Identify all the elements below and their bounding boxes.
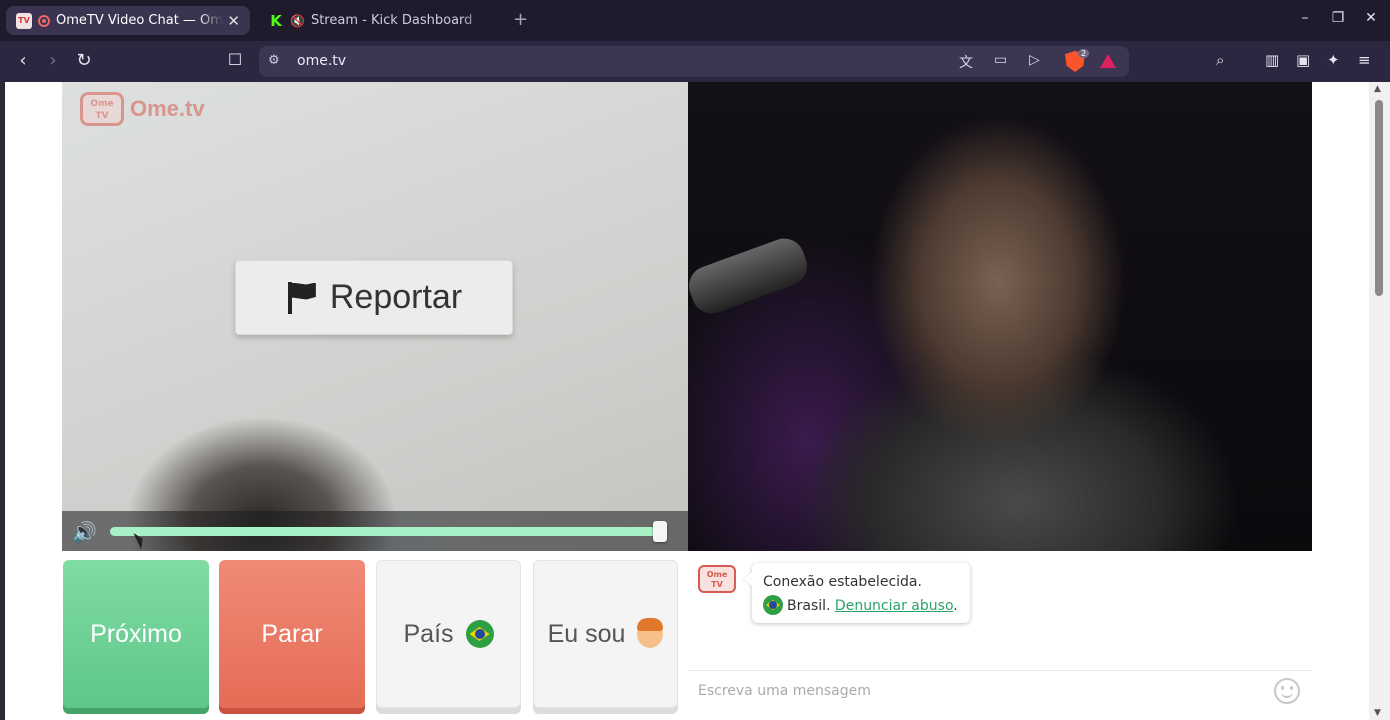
volume-handle[interactable] [653, 521, 668, 542]
country-line: Brasil. Denunciar abuso. [763, 594, 959, 618]
boy-icon [637, 618, 664, 648]
message-input-bar [688, 670, 1312, 710]
system-message: Conexão estabelecida. Brasil. Denunciar … [752, 563, 970, 623]
new-tab-icon[interactable]: + [513, 9, 528, 30]
browser-toolbar: ‹ › ↻ ☐ ⚙ ome.tv 文 ▭ ▷ 2 ⌕ ▥ ▣ ✦ ≡ [0, 41, 1390, 82]
recording-icon [38, 14, 50, 27]
speaker-icon[interactable]: 🔊 [72, 520, 97, 544]
tab-ometv[interactable]: TV OmeTV Video Chat — Ome ✕ [6, 6, 250, 35]
volume-fill [110, 527, 661, 536]
menu-icon[interactable]: ≡ [1358, 51, 1371, 69]
local-video: Ome TV Ome.tv Reportar 🔊 [62, 82, 688, 551]
gender-label: Eu sou [547, 619, 626, 648]
kick-favicon-icon: K [270, 11, 282, 30]
muted-speaker-icon[interactable]: 🔇 [290, 14, 305, 28]
bookmark-icon[interactable]: ☐ [224, 50, 246, 69]
report-abuse-link[interactable]: Denunciar abuso [835, 598, 953, 614]
ometv-chat-logo-icon: Ome TV [698, 565, 736, 593]
back-icon[interactable]: ‹ [12, 50, 34, 71]
search-tabs-icon[interactable]: ⌕ [1216, 51, 1224, 69]
shield-count-badge: 2 [1078, 49, 1090, 58]
leo-ai-icon[interactable]: ✦ [1327, 51, 1340, 69]
country-label: País [403, 619, 454, 648]
report-label: Reportar [329, 278, 463, 316]
ometv-logo-icon: Ome TV [80, 92, 124, 126]
flag-icon [286, 281, 316, 314]
sidebar-icon[interactable]: ▥ [1265, 51, 1279, 69]
smiley-icon[interactable] [1274, 678, 1300, 704]
microphone-image [683, 232, 813, 320]
cast-icon[interactable]: ▭ [994, 52, 1007, 68]
country-button[interactable]: País [376, 560, 521, 708]
scroll-thumb[interactable] [1375, 100, 1383, 296]
gender-button[interactable]: Eu sou [533, 560, 678, 708]
address-bar[interactable]: ⚙ ome.tv 文 ▭ ▷ 2 [259, 46, 1129, 77]
connection-status: Conexão estabelecida. [763, 574, 922, 590]
url-text[interactable]: ome.tv [297, 53, 346, 69]
report-button[interactable]: Reportar [235, 260, 513, 335]
logo-text: Ome.tv [130, 96, 205, 121]
brave-rewards-icon[interactable] [1100, 54, 1116, 68]
next-label: Próximo [90, 619, 182, 648]
stop-button[interactable]: Parar [219, 560, 365, 708]
forward-icon[interactable]: › [42, 50, 64, 71]
minimize-icon[interactable]: – [1296, 10, 1314, 26]
ometv-page: Ome TV Ome.tv Reportar 🔊 Próximo Parar P… [5, 82, 1369, 720]
scrollbar[interactable]: ▲ ▼ [1369, 82, 1390, 720]
brazil-flag-icon [465, 620, 494, 648]
close-window-icon[interactable]: ✕ [1362, 10, 1380, 26]
volume-bar: 🔊 [62, 511, 688, 551]
scroll-down-icon[interactable]: ▼ [1374, 708, 1381, 718]
scroll-up-icon[interactable]: ▲ [1374, 84, 1381, 94]
translate-icon[interactable]: 文 [959, 52, 973, 72]
tab-strip: TV OmeTV Video Chat — Ome ✕ K 🔇 Stream -… [0, 0, 1390, 41]
send-icon[interactable]: ▷ [1029, 52, 1040, 68]
stop-label: Parar [261, 619, 323, 648]
country-name: Brasil. [787, 598, 831, 614]
maximize-icon[interactable]: ❐ [1329, 10, 1347, 26]
wallet-icon[interactable]: ▣ [1296, 51, 1310, 69]
tab-title: OmeTV Video Chat — Ome [56, 13, 224, 28]
next-button[interactable]: Próximo [63, 560, 209, 708]
ometv-logo: Ome TV Ome.tv [80, 92, 205, 126]
volume-slider[interactable] [110, 527, 666, 536]
tab-title: Stream - Kick Dashboard [310, 13, 473, 28]
message-input[interactable] [698, 679, 1258, 703]
remote-video [683, 82, 1312, 551]
reload-icon[interactable]: ↻ [73, 50, 95, 71]
close-tab-icon[interactable]: ✕ [227, 12, 240, 30]
tab-kick[interactable]: K 🔇 Stream - Kick Dashboard [258, 6, 498, 35]
brazil-flag-icon [763, 595, 783, 615]
chat-panel: Ome TV Conexão estabelecida. Brasil. Den… [688, 551, 1312, 720]
site-info-icon[interactable]: ⚙ [268, 53, 280, 68]
ometv-favicon-icon: TV [16, 12, 32, 29]
